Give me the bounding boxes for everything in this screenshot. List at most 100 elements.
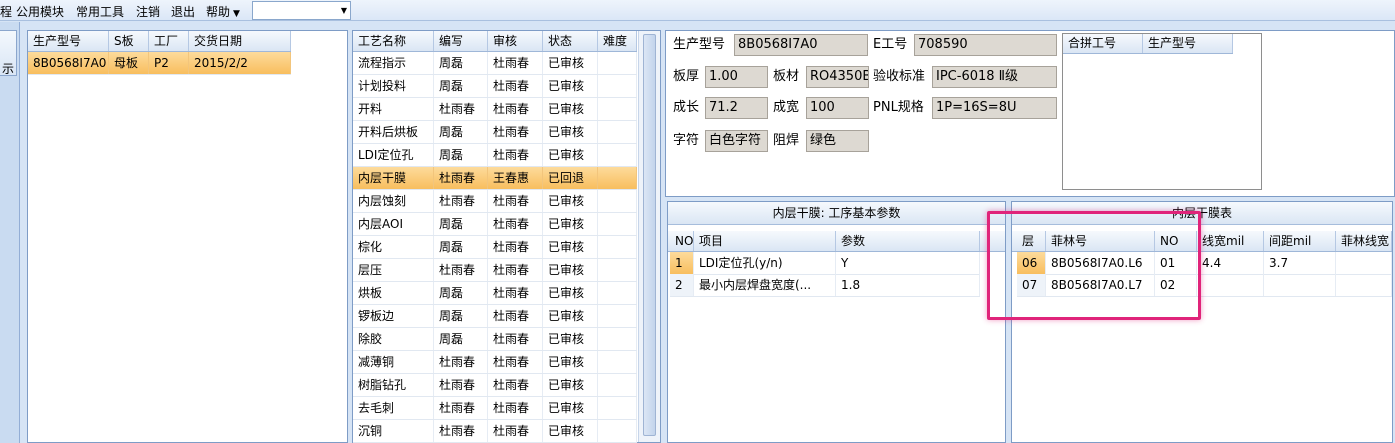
cell-writer: 杜雨春 <box>434 351 488 373</box>
col-param[interactable]: 参数 <box>836 231 980 251</box>
table-row[interactable]: 除胶 周磊 杜雨春 已审核 <box>353 328 637 351</box>
cell-film-line-width <box>1336 252 1392 274</box>
cell-spacing <box>1264 274 1336 296</box>
thickness-field[interactable]: 1.00 <box>705 66 768 88</box>
col-status[interactable]: 状态 <box>543 31 598 51</box>
toolbar-combo[interactable]: ▼ <box>252 1 351 20</box>
merge-grid-header: 合拼工号 生产型号 <box>1063 34 1233 54</box>
merge-grid: 合拼工号 生产型号 <box>1062 33 1262 190</box>
cell-status: 已审核 <box>543 75 598 97</box>
cell-writer: 杜雨春 <box>434 259 488 281</box>
col-spacing[interactable]: 间距mil <box>1264 231 1336 251</box>
char-label: 字符 <box>673 133 700 148</box>
length-field[interactable]: 71.2 <box>705 97 768 119</box>
product-grid: 生产型号 S板 工厂 交货日期 8B0568I7A0 母板 P2 2015/2/… <box>27 30 348 443</box>
info-panel: 生产型号 8B0568I7A0 E工号 708590 板厚 1.00 板材 RO… <box>665 30 1395 197</box>
col-writer[interactable]: 编写 <box>434 31 488 51</box>
length-label: 成长 <box>673 100 700 115</box>
cell-date: 2015/2/2 <box>189 52 291 74</box>
menu-logout[interactable]: 注销 <box>136 3 160 20</box>
table-row[interactable]: 层压 杜雨春 杜雨春 已审核 <box>353 259 637 282</box>
cell-difficulty <box>598 98 637 120</box>
col-line-width[interactable]: 线宽mil <box>1197 231 1264 251</box>
cell-writer: 杜雨春 <box>434 98 488 120</box>
show-button[interactable]: 示 <box>0 30 17 76</box>
cell-process-name: 树脂钻孔 <box>353 374 434 396</box>
col-process-name[interactable]: 工艺名称 <box>353 31 434 51</box>
table-row[interactable]: 锣板边 周磊 杜雨春 已审核 <box>353 305 637 328</box>
table-row[interactable]: 去毛刺 杜雨春 杜雨春 已审核 <box>353 397 637 420</box>
cell-difficulty <box>598 75 637 97</box>
table-row[interactable]: 8B0568I7A0 母板 P2 2015/2/2 <box>28 52 291 75</box>
table-row[interactable]: 内层蚀刻 杜雨春 杜雨春 已审核 <box>353 190 637 213</box>
menu-exit[interactable]: 退出 <box>171 3 195 20</box>
col-no[interactable]: NO <box>670 231 694 251</box>
cell-status: 已审核 <box>543 259 598 281</box>
cell-reviewer: 杜雨春 <box>488 305 543 327</box>
cell-line-width <box>1197 274 1264 296</box>
cell-process-name: 开料 <box>353 98 434 120</box>
table-row[interactable]: LDI定位孔 周磊 杜雨春 已审核 <box>353 144 637 167</box>
cell-status: 已审核 <box>543 420 598 442</box>
col-merge-model[interactable]: 生产型号 <box>1143 34 1233 53</box>
cell-reviewer: 杜雨春 <box>488 397 543 419</box>
col-delivery-date[interactable]: 交货日期 <box>189 31 291 51</box>
col-reviewer[interactable]: 审核 <box>488 31 543 51</box>
char-field[interactable]: 白色字符 <box>705 130 768 152</box>
table-row[interactable]: 烘板 周磊 杜雨春 已审核 <box>353 282 637 305</box>
table-row[interactable]: 减薄铜 杜雨春 杜雨春 已审核 <box>353 351 637 374</box>
params-grid-header: NO 项目 参数 <box>668 231 1005 252</box>
cell-status: 已审核 <box>543 351 598 373</box>
table-row[interactable]: 2 最小内层焊盘宽度(... 1.8 <box>670 274 980 297</box>
cell-status: 已审核 <box>543 236 598 258</box>
pnl-label: PNL规格 <box>873 100 924 115</box>
cell-reviewer: 杜雨春 <box>488 213 543 235</box>
col-board[interactable]: S板 <box>109 31 149 51</box>
cell-status: 已审核 <box>543 144 598 166</box>
cell-status: 已审核 <box>543 52 598 74</box>
cell-writer: 周磊 <box>434 236 488 258</box>
cell-item: 最小内层焊盘宽度(... <box>694 274 836 296</box>
standard-field[interactable]: IPC-6018 Ⅱ级 <box>932 66 1057 88</box>
table-row[interactable]: 开料后烘板 周磊 杜雨春 已审核 <box>353 121 637 144</box>
mask-field[interactable]: 绿色 <box>806 130 869 152</box>
pnl-field[interactable]: 1P=16S=8U <box>932 97 1057 119</box>
col-difficulty[interactable]: 难度 <box>598 31 637 51</box>
model-field[interactable]: 8B0568I7A0 <box>734 34 868 56</box>
chevron-down-icon[interactable]: ▼ <box>341 6 347 15</box>
cell-process-name: 沉铜 <box>353 420 434 442</box>
cell-difficulty <box>598 144 637 166</box>
table-row[interactable]: 内层干膜 杜雨春 王春惠 已回退 <box>353 167 637 190</box>
table-row[interactable]: 流程指示 周磊 杜雨春 已审核 <box>353 52 637 75</box>
table-row[interactable]: 树脂钻孔 杜雨春 杜雨春 已审核 <box>353 374 637 397</box>
col-factory[interactable]: 工厂 <box>149 31 189 51</box>
table-row[interactable]: 计划投料 周磊 杜雨春 已审核 <box>353 75 637 98</box>
params-panel: 内层干膜: 工序基本参数 NO 项目 参数 1 LDI定位孔(y/n) Y 2 … <box>667 201 1006 443</box>
menu-common-tools[interactable]: 常用工具 <box>76 3 124 20</box>
menu-item-partial[interactable]: 程 <box>0 3 12 20</box>
thickness-label: 板厚 <box>673 69 700 84</box>
col-item[interactable]: 项目 <box>694 231 836 251</box>
material-field[interactable]: RO4350B <box>806 66 869 88</box>
width-field[interactable]: 100 <box>806 97 869 119</box>
cell-reviewer: 杜雨春 <box>488 121 543 143</box>
cell-writer: 杜雨春 <box>434 420 488 442</box>
col-film-line-width[interactable]: 菲林线宽 <box>1336 231 1392 251</box>
col-model[interactable]: 生产型号 <box>28 31 109 51</box>
table-row[interactable]: 沉铜 杜雨春 杜雨春 已审核 <box>353 420 637 443</box>
scrollbar-thumb[interactable] <box>643 34 656 436</box>
cell-writer: 周磊 <box>434 75 488 97</box>
cell-writer: 杜雨春 <box>434 190 488 212</box>
table-row[interactable]: 1 LDI定位孔(y/n) Y <box>670 252 980 275</box>
table-row[interactable]: 开料 杜雨春 杜雨春 已审核 <box>353 98 637 121</box>
process-grid-header: 工艺名称 编写 审核 状态 难度 <box>353 31 637 52</box>
table-row[interactable]: 棕化 周磊 杜雨春 已审核 <box>353 236 637 259</box>
cell-reviewer: 杜雨春 <box>488 374 543 396</box>
process-scrollbar[interactable] <box>638 31 660 442</box>
menu-help[interactable]: 帮助 ▼ <box>206 3 240 20</box>
table-row[interactable]: 内层AOI 周磊 杜雨春 已审核 <box>353 213 637 236</box>
eno-field[interactable]: 708590 <box>914 34 1057 56</box>
menu-public-modules[interactable]: 公用模块 <box>16 3 64 20</box>
col-merge-eno[interactable]: 合拼工号 <box>1063 34 1143 53</box>
cell-reviewer: 杜雨春 <box>488 259 543 281</box>
